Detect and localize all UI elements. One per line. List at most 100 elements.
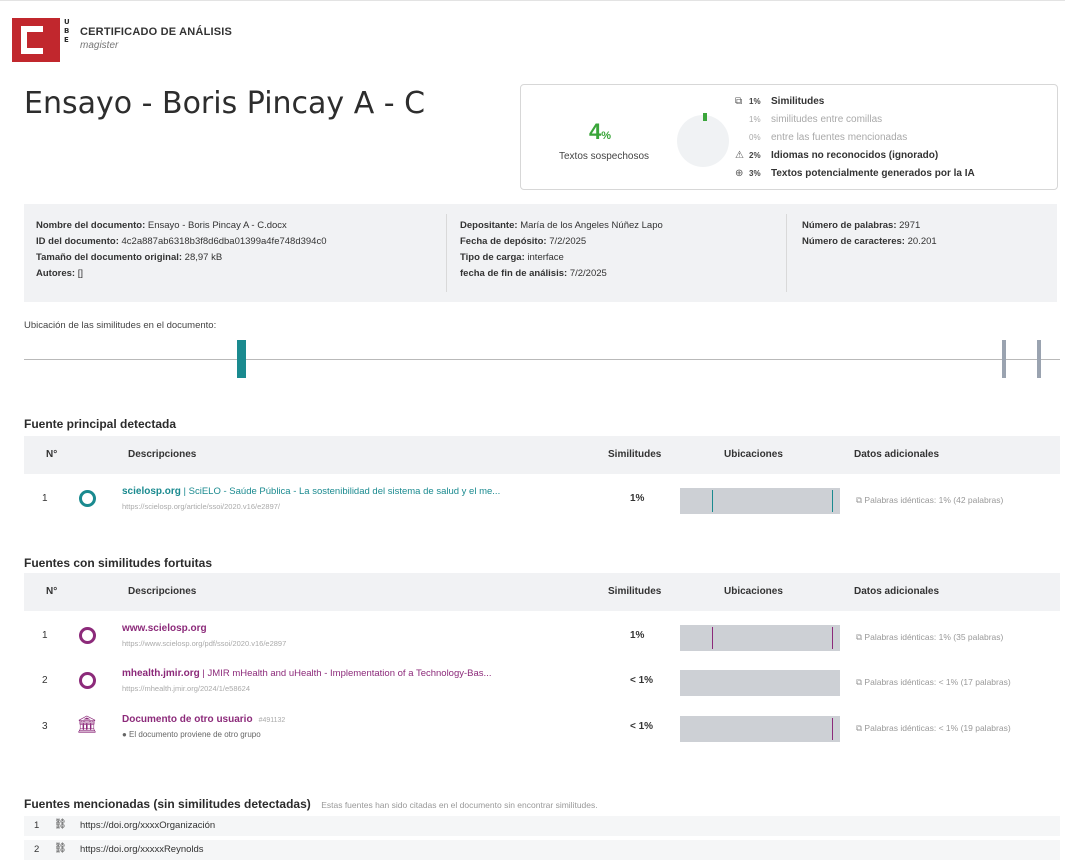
source-description[interactable]: mhealth.jmir.org | JMIR mHealth and uHea… — [122, 668, 491, 679]
metadata-field: fecha de fin de análisis: 7/2/2025 — [460, 266, 663, 282]
source-row[interactable]: 1 www.scielosp.org https://www.scielosp.or… — [24, 615, 1060, 661]
source-location-bar[interactable] — [680, 488, 840, 514]
mentioned-sources-heading: Fuentes mencionadas (sin similitudes det… — [24, 795, 598, 813]
source-similarity: 1% — [630, 630, 645, 641]
source-domain[interactable]: scielosp.org — [122, 486, 181, 497]
metadata-field: Depositante: María de los Angeles Núñez … — [460, 218, 663, 234]
mentioned-source-url[interactable]: https://doi.org/xxxxOrganización — [80, 820, 215, 831]
metadata-value: 28,97 kB — [184, 252, 223, 263]
metadata-key: Fecha de depósito: — [460, 236, 547, 247]
metadata-divider — [446, 214, 447, 292]
source-similarity: < 1% — [630, 675, 654, 686]
metadata-value: [] — [77, 268, 83, 279]
metadata-key: Autores: — [36, 268, 76, 279]
summary-row-percent: 3% — [749, 169, 761, 178]
source-domain[interactable]: Documento de otro usuario — [122, 714, 253, 725]
metadata-key: Número de palabras: — [802, 220, 897, 231]
mentioned-source-number: 2 — [34, 844, 40, 855]
metadata-field: Nombre del documento: Ensayo - Boris Pin… — [36, 218, 327, 234]
mentioned-source-row[interactable]: 1 ⛓ https://doi.org/xxxxOrganización — [24, 816, 1060, 836]
fortuitous-sources-header: N° Descripciones Similitudes Ubicaciones… — [24, 573, 1060, 611]
summary-row-label: entre las fuentes mencionadas — [771, 132, 908, 143]
metadata-value: 4c2a887ab6318b3f8d6dba01399a4fe748d394c0 — [121, 236, 327, 247]
broken-link-icon: ⛓ — [54, 843, 67, 854]
source-location-tick — [712, 627, 713, 649]
source-number: 3 — [42, 721, 48, 732]
header-extra: Datos adicionales — [854, 586, 940, 597]
metadata-field: ID del documento: 4c2a887ab6318b3f8d6dba… — [36, 234, 327, 250]
similarity-location-marker[interactable] — [237, 340, 247, 378]
header-similarities: Similitudes — [608, 449, 662, 460]
globe-icon — [79, 672, 96, 689]
metadata-key: Depositante: — [460, 220, 518, 231]
source-description[interactable]: scielosp.org | SciELO - Saúde Pública - … — [122, 486, 500, 497]
source-url: ● El documento proviene de otro grupo — [122, 730, 261, 739]
similarity-location-marker[interactable] — [1002, 340, 1007, 378]
metadata-key: ID del documento: — [36, 236, 119, 247]
source-row[interactable]: 3 🏛 Documento de otro usuario #491132 ● El d… — [24, 706, 1060, 752]
source-badge: #491132 — [258, 717, 286, 724]
metadata-key: Número de caracteres: — [802, 236, 905, 247]
certificate-subtitle: magister — [80, 40, 119, 51]
source-description[interactable]: Documento de otro usuario #491132 — [122, 714, 285, 725]
source-location-bar[interactable] — [680, 625, 840, 651]
metadata-value: 2971 — [899, 220, 921, 231]
source-title: | JMIR mHealth and uHealth - Implementat… — [199, 668, 492, 679]
location-label: Ubicación de las similitudes en el docum… — [24, 320, 217, 331]
metadata-column-3: Número de palabras: 2971 Número de caract… — [802, 218, 937, 250]
donut-fill — [703, 113, 707, 121]
source-number: 1 — [42, 493, 48, 504]
metadata-value: 7/2/2025 — [569, 268, 607, 279]
source-url: https://mhealth.jmir.org/2024/1/e58624 — [122, 684, 250, 693]
source-domain[interactable]: www.scielosp.org — [122, 623, 207, 634]
metadata-field: Número de palabras: 2971 — [802, 218, 937, 234]
mentioned-source-url[interactable]: https://doi.org/xxxxxReynolds — [80, 844, 204, 855]
metadata-field: Número de caracteres: 20.201 — [802, 234, 937, 250]
header-descriptions: Descripciones — [128, 449, 197, 460]
header-extra: Datos adicionales — [854, 449, 940, 460]
source-url: https://scielosp.org/article/ssoi/2020.v… — [122, 502, 281, 511]
source-location-tick — [832, 627, 833, 649]
main-source-header: N° Descripciones Similitudes Ubicaciones… — [24, 436, 1060, 474]
summary-lines: ⧉ 1% Similitudes 1% similitudes entre comill… — [735, 93, 975, 183]
summary-row: 0% entre las fuentes mencionadas — [735, 129, 975, 147]
summary-row: ⧉ 1% Similitudes — [735, 93, 975, 111]
similarity-location-marker[interactable] — [1037, 340, 1042, 378]
header-similarities: Similitudes — [608, 586, 662, 597]
summary-row: ⊕ 3% Textos potencialmente generados por l… — [735, 165, 975, 183]
metadata-field: Autores: [] — [36, 266, 327, 282]
header-locations: Ubicaciones — [724, 586, 783, 597]
metadata-value: María de los Angeles Núñez Lapo — [520, 220, 663, 231]
mentioned-sources-note: Estas fuentes han sido citadas en el doc… — [321, 800, 598, 810]
source-url: https://www.scielosp.org/pdf/ssoi/2020.v… — [122, 639, 287, 648]
broken-link-icon: ⛓ — [54, 819, 67, 830]
summary-row-percent: 2% — [749, 151, 761, 160]
mentioned-sources-title: Fuentes mencionadas (sin similitudes det… — [24, 797, 311, 811]
logo — [12, 18, 60, 62]
source-extra-data: ⧉ Palabras idénticas: < 1% (17 palabras) — [856, 677, 1011, 687]
source-domain[interactable]: mhealth.jmir.org — [122, 668, 200, 679]
source-extra-data: ⧉ Palabras idénticas: < 1% (19 palabras) — [856, 723, 1011, 733]
source-extra-data: ⧉ Palabras idénticas: 1% (35 palabras) — [856, 632, 1004, 642]
source-row[interactable]: 1 scielosp.org | SciELO - Saúde Pública -… — [24, 478, 1060, 524]
header-num: N° — [46, 449, 58, 460]
header-descriptions: Descripciones — [128, 586, 197, 597]
source-location-bar[interactable] — [680, 670, 840, 696]
source-similarity: 1% — [630, 493, 645, 504]
header-num: N° — [46, 586, 58, 597]
mentioned-source-number: 1 — [34, 820, 40, 831]
source-location-bar[interactable] — [680, 716, 840, 742]
metadata-key: Tipo de carga: — [460, 252, 525, 263]
metadata-divider — [786, 214, 787, 292]
source-row[interactable]: 2 mhealth.jmir.org | JMIR mHealth and uHe… — [24, 660, 1060, 706]
main-source-title: Fuente principal detectada — [24, 417, 177, 431]
source-description[interactable]: www.scielosp.org — [122, 623, 207, 634]
metadata-field: Fecha de depósito: 7/2/2025 — [460, 234, 663, 250]
copy-icon: ⧉ — [735, 96, 743, 107]
warning-icon: ⚠ — [735, 150, 744, 161]
mentioned-source-row[interactable]: 2 ⛓ https://doi.org/xxxxxReynolds — [24, 840, 1060, 860]
suspicious-percent: 4% — [589, 119, 612, 144]
summary-row: ⚠ 2% Idiomas no reconocidos (ignorado) — [735, 147, 975, 165]
logo-letter-c — [21, 26, 43, 54]
globe-icon — [79, 627, 96, 644]
